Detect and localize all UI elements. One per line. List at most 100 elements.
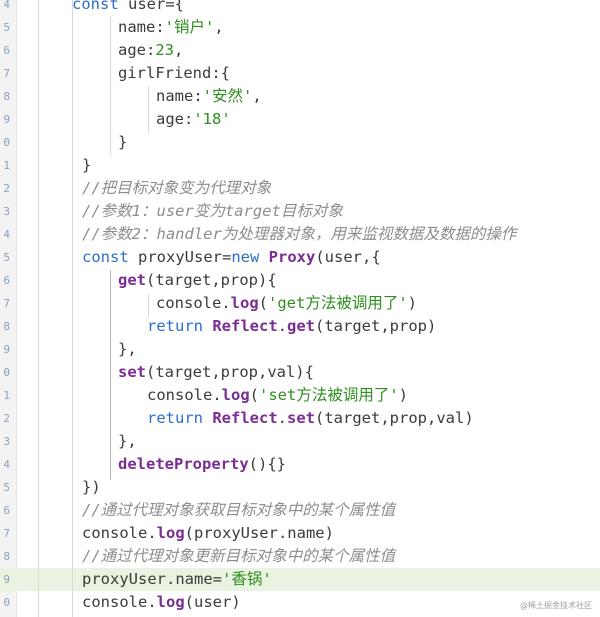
code-line[interactable]: 6 get(target,prop){: [0, 269, 600, 292]
code-token: (target,prop,val): [315, 409, 474, 427]
line-number: 1: [3, 389, 10, 402]
indent-guide: [148, 86, 149, 133]
line-number: 3: [3, 435, 10, 448]
line-number: 5: [3, 21, 10, 34]
code-line[interactable]: 7 console.log('get方法被调用了'): [0, 292, 600, 315]
code-text: }: [118, 131, 127, 154]
code-text: console.log('set方法被调用了'): [147, 384, 408, 407]
code-line[interactable]: 8 //通过代理对象更新目标对象中的某个属性值: [0, 545, 600, 568]
code-token: console.: [82, 524, 157, 542]
code-token: log: [221, 386, 250, 404]
line-number: 2: [3, 412, 10, 425]
code-editor[interactable]: 4 const user={5 name:'销户', 6 age:23, 7 girlFri…: [0, 0, 600, 617]
code-line-highlighted[interactable]: 9 proxyUser.name='香锅': [0, 568, 600, 591]
code-line[interactable]: 2 //把目标对象变为代理对象: [0, 177, 600, 200]
code-token: '安然': [202, 87, 253, 105]
code-token: user={: [118, 0, 184, 13]
line-number: 0: [3, 136, 10, 149]
line-number: 4: [3, 0, 10, 11]
code-text: console.log(user): [82, 591, 241, 614]
code-line[interactable]: 5}): [0, 476, 600, 499]
code-token: ,: [214, 18, 224, 36]
code-text: }: [82, 154, 91, 177]
code-line[interactable]: 9 age:'18': [0, 108, 600, 131]
line-number: 8: [3, 550, 10, 563]
code-line[interactable]: 5 const proxyUser=new Proxy(user,{: [0, 246, 600, 269]
line-number: 8: [3, 320, 10, 333]
line-number: 2: [3, 182, 10, 195]
line-number: 6: [3, 274, 10, 287]
code-line[interactable]: 3 //参数1：user变为target目标对象: [0, 200, 600, 223]
line-number: 7: [3, 527, 10, 540]
code-text: //通过代理对象更新目标对象中的某个属性值: [82, 545, 395, 568]
code-token: 23: [155, 41, 174, 59]
code-line[interactable]: 8 return Reflect.get(target,prop): [0, 315, 600, 338]
code-token: log: [156, 593, 185, 611]
code-token: .: [277, 317, 288, 335]
code-token: girlFriend:{: [118, 64, 230, 82]
line-number: 7: [3, 297, 10, 310]
code-token: name:: [118, 18, 165, 36]
code-text: },: [118, 338, 137, 361]
line-number: 6: [3, 504, 10, 517]
code-token: return: [147, 409, 203, 427]
line-number: 1: [3, 159, 10, 172]
code-line[interactable]: 8 name:'安然',: [0, 85, 600, 108]
code-token: Reflect: [212, 317, 278, 335]
indent-guide: [110, 16, 111, 155]
code-line[interactable]: 7 girlFriend:{: [0, 62, 600, 85]
code-token: }: [118, 133, 128, 151]
code-token: //通过代理对象更新目标对象中的某个属性值: [82, 547, 396, 565]
code-token: (proxyUser.name): [184, 524, 334, 542]
code-line[interactable]: 4 const user={: [0, 0, 600, 16]
code-line[interactable]: 6 //通过代理对象获取目标对象中的某个属性值: [0, 499, 600, 522]
code-text: const user={: [72, 0, 184, 16]
code-line[interactable]: 1}: [0, 154, 600, 177]
code-token: ,: [252, 87, 262, 105]
code-text: deleteProperty(){}: [118, 453, 286, 476]
code-line[interactable]: 0 console.log(user): [0, 591, 600, 614]
code-token: (target,prop): [315, 317, 437, 335]
code-text: return Reflect.get(target,prop): [147, 315, 436, 338]
code-line[interactable]: 1 console.log('set方法被调用了'): [0, 384, 600, 407]
line-number: 9: [3, 343, 10, 356]
code-line[interactable]: 0 set(target,prop,val){: [0, 361, 600, 384]
code-token: .: [277, 409, 288, 427]
code-token: const: [72, 0, 119, 13]
code-token: (target,prop){: [146, 271, 277, 289]
code-token: (: [258, 294, 268, 312]
code-text: //参数1：user变为target目标对象: [82, 200, 343, 223]
code-token: deleteProperty: [118, 455, 249, 473]
code-text: }): [82, 476, 101, 499]
code-token: },: [118, 432, 137, 450]
indent-guide: [72, 0, 73, 617]
code-token: return: [147, 317, 203, 335]
line-number: 5: [3, 481, 10, 494]
code-token: (user,{: [315, 248, 381, 266]
line-number: 4: [3, 228, 10, 241]
line-number: 4: [3, 458, 10, 471]
code-line[interactable]: 5 name:'销户',: [0, 16, 600, 39]
code-token: '销户': [164, 18, 215, 36]
code-token: '18': [193, 110, 231, 128]
code-token: const: [82, 248, 129, 266]
code-line[interactable]: 9},: [0, 338, 600, 361]
code-text: age:'18': [156, 108, 231, 131]
code-token: console.: [156, 294, 231, 312]
code-line[interactable]: 4 deleteProperty(){}: [0, 453, 600, 476]
code-line[interactable]: 6 age:23,: [0, 39, 600, 62]
code-line[interactable]: 3},: [0, 430, 600, 453]
code-line[interactable]: 7 console.log(proxyUser.name): [0, 522, 600, 545]
line-number: 0: [3, 596, 10, 609]
code-token: log: [156, 524, 185, 542]
code-token: set: [287, 409, 316, 427]
code-line[interactable]: 4 //参数2：handler为处理器对象，用来监视数据及数据的操作: [0, 223, 600, 246]
code-token: log: [230, 294, 259, 312]
code-text: return Reflect.set(target,prop,val): [147, 407, 474, 430]
code-line[interactable]: 2 return Reflect.set(target,prop,val): [0, 407, 600, 430]
code-token: set: [118, 363, 146, 381]
line-number: 8: [3, 90, 10, 103]
code-line[interactable]: 0}: [0, 131, 600, 154]
